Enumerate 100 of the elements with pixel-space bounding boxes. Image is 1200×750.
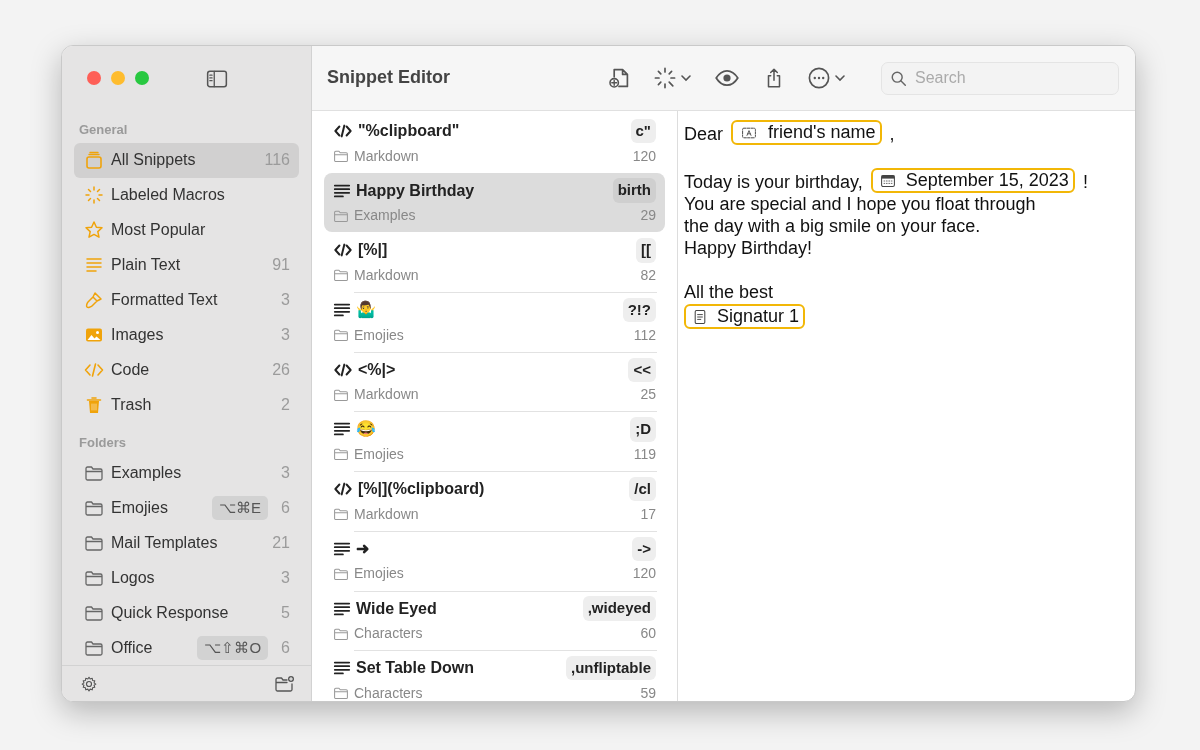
use-count: 112 bbox=[633, 325, 656, 345]
sidebar-item[interactable]: Quick Response 5 bbox=[74, 595, 299, 631]
folder-name: Markdown bbox=[354, 385, 419, 405]
snippet-row[interactable]: 😂 ;D Emojies 119 bbox=[324, 411, 665, 472]
use-count: 17 bbox=[640, 504, 656, 524]
item-count: 21 bbox=[272, 532, 290, 553]
use-count: 119 bbox=[633, 444, 656, 464]
snippet-row[interactable]: [%|] [[ Markdown 82 bbox=[324, 232, 665, 293]
sidebar-item[interactable]: Most Popular bbox=[74, 212, 299, 248]
new-snippet-button[interactable] bbox=[607, 66, 631, 90]
use-count: 120 bbox=[632, 146, 656, 166]
item-count: 3 bbox=[281, 325, 290, 346]
folder-name: Examples bbox=[354, 206, 416, 226]
sidebar-item[interactable]: Emojies ⌥⌘E 6 bbox=[74, 490, 299, 526]
snippet-row[interactable]: 🤷‍♂ ?!? Emojies 112 bbox=[324, 292, 665, 352]
snippet-title: [%|] bbox=[358, 240, 388, 261]
snippet-title: [%|](%clipboard) bbox=[358, 479, 485, 500]
new-folder-icon[interactable] bbox=[273, 673, 295, 694]
folder-name: Markdown bbox=[354, 146, 419, 166]
abbreviation-badge: ?!? bbox=[622, 297, 656, 323]
editor-text: All the best bbox=[684, 281, 774, 303]
snippet-row[interactable]: [%|](%clipboard) /cl Markdown 17 bbox=[324, 471, 665, 531]
sidebar-item[interactable]: Examples 3 bbox=[74, 455, 299, 491]
snippet-row[interactable]: ➜ -> Emojies 120 bbox=[324, 530, 665, 591]
abbreviation-badge: c" bbox=[630, 118, 656, 144]
sidebar-item[interactable]: Logos 3 bbox=[74, 560, 299, 596]
snippet-title: ➜ bbox=[356, 538, 369, 559]
abbreviation-badge: << bbox=[628, 357, 656, 382]
sidebar-item[interactable]: Formatted Text 3 bbox=[74, 282, 299, 318]
snippet-row[interactable]: <%|> << Markdown 25 bbox=[324, 351, 665, 412]
sparkle-icon bbox=[653, 66, 677, 90]
editor-text: Dear bbox=[684, 123, 723, 145]
sidebar-item[interactable]: Office ⌥⇧⌘O 6 bbox=[74, 630, 299, 666]
shortcut-badge: ⌥⇧⌘O bbox=[197, 635, 269, 661]
item-count: 26 bbox=[272, 360, 290, 381]
folder-icon bbox=[333, 327, 349, 344]
item-count: 91 bbox=[272, 255, 290, 276]
abbreviation-badge: ;D bbox=[630, 417, 656, 442]
snippet-title: Wide Eyed bbox=[356, 598, 437, 619]
snippet-row[interactable]: Happy Birthday birth Examples 29 bbox=[324, 172, 665, 233]
snippet-row[interactable]: Set Table Down ,unfliptable Characters 59 bbox=[324, 650, 665, 701]
snippet-row[interactable]: "%clipboard" c" Markdown 120 bbox=[324, 113, 665, 173]
macro-menu-button[interactable] bbox=[653, 66, 691, 90]
search-field[interactable]: Search bbox=[881, 61, 1119, 95]
trash-icon bbox=[84, 395, 104, 416]
folder-icon bbox=[333, 506, 349, 523]
folder-name: Markdown bbox=[354, 265, 419, 285]
folder-icon bbox=[333, 148, 349, 164]
editor-text: , bbox=[889, 123, 895, 145]
folder-name: Emojies bbox=[354, 325, 404, 345]
item-count: 2 bbox=[281, 395, 290, 416]
item-count: 5 bbox=[281, 602, 290, 623]
sidebar-item[interactable]: Plain Text 91 bbox=[74, 247, 299, 283]
item-count: 6 bbox=[281, 497, 290, 518]
abbreviation-badge: ,unfliptable bbox=[566, 655, 656, 681]
settings-icon[interactable] bbox=[80, 674, 98, 693]
snippet-title: Happy Birthday bbox=[356, 180, 475, 201]
item-count: 3 bbox=[281, 567, 290, 588]
folder-icon bbox=[333, 446, 349, 463]
placeholder-token[interactable]: Signatur 1 bbox=[684, 304, 806, 329]
new-document-icon bbox=[607, 66, 631, 90]
section-heading: General bbox=[78, 121, 129, 140]
item-count: 3 bbox=[281, 462, 290, 483]
abbreviation-badge: /cl bbox=[629, 476, 656, 502]
editor-text: You are special and I hope you float through bbox=[684, 193, 1036, 215]
folder-icon bbox=[333, 267, 349, 284]
item-count: 6 bbox=[281, 637, 290, 658]
sparkle-icon bbox=[84, 185, 104, 206]
use-count: 82 bbox=[640, 265, 656, 285]
code-icon bbox=[333, 122, 353, 140]
use-count: 60 bbox=[640, 624, 656, 643]
abbreviation-badge: -> bbox=[632, 536, 656, 562]
folder-icon bbox=[333, 685, 349, 701]
placeholder-token[interactable]: September 15, 2023 bbox=[870, 168, 1075, 193]
sidebar-item[interactable]: Code 26 bbox=[74, 352, 299, 388]
abbreviation-badge: ,wideyed bbox=[582, 596, 656, 621]
sidebar-item[interactable]: Images 3 bbox=[74, 317, 299, 353]
sidebar-item[interactable]: Labeled Macros bbox=[74, 177, 299, 213]
folder-name: Emojies bbox=[354, 444, 404, 464]
snippet-title: 😂 bbox=[356, 419, 376, 440]
more-button[interactable] bbox=[807, 66, 845, 90]
shortcut-badge: ⌥⌘E bbox=[212, 495, 269, 521]
folder-name: Characters bbox=[354, 683, 423, 701]
chevron-down-icon bbox=[681, 74, 691, 82]
folder-name: Markdown bbox=[354, 504, 419, 524]
sidebar-item[interactable]: Mail Templates 21 bbox=[74, 525, 299, 561]
folder-name: Characters bbox=[354, 624, 423, 643]
more-icon bbox=[807, 66, 831, 90]
editor-text: ! bbox=[1082, 171, 1088, 193]
use-count: 25 bbox=[640, 385, 656, 405]
editor-text: Happy Birthday! bbox=[684, 237, 813, 259]
snippet-row[interactable]: Wide Eyed ,wideyed Characters 60 bbox=[324, 590, 665, 651]
placeholder-token[interactable]: friend's name bbox=[731, 120, 882, 145]
window-title: Snippet Editor bbox=[327, 67, 450, 89]
snippet-title: 🤷‍♂ bbox=[356, 299, 376, 321]
sidebar-item[interactable]: Trash 2 bbox=[74, 387, 299, 423]
folder-name: Emojies bbox=[354, 564, 404, 584]
chevron-down-icon bbox=[835, 74, 845, 82]
snippet-title: "%clipboard" bbox=[358, 121, 460, 141]
star-icon bbox=[84, 220, 104, 241]
